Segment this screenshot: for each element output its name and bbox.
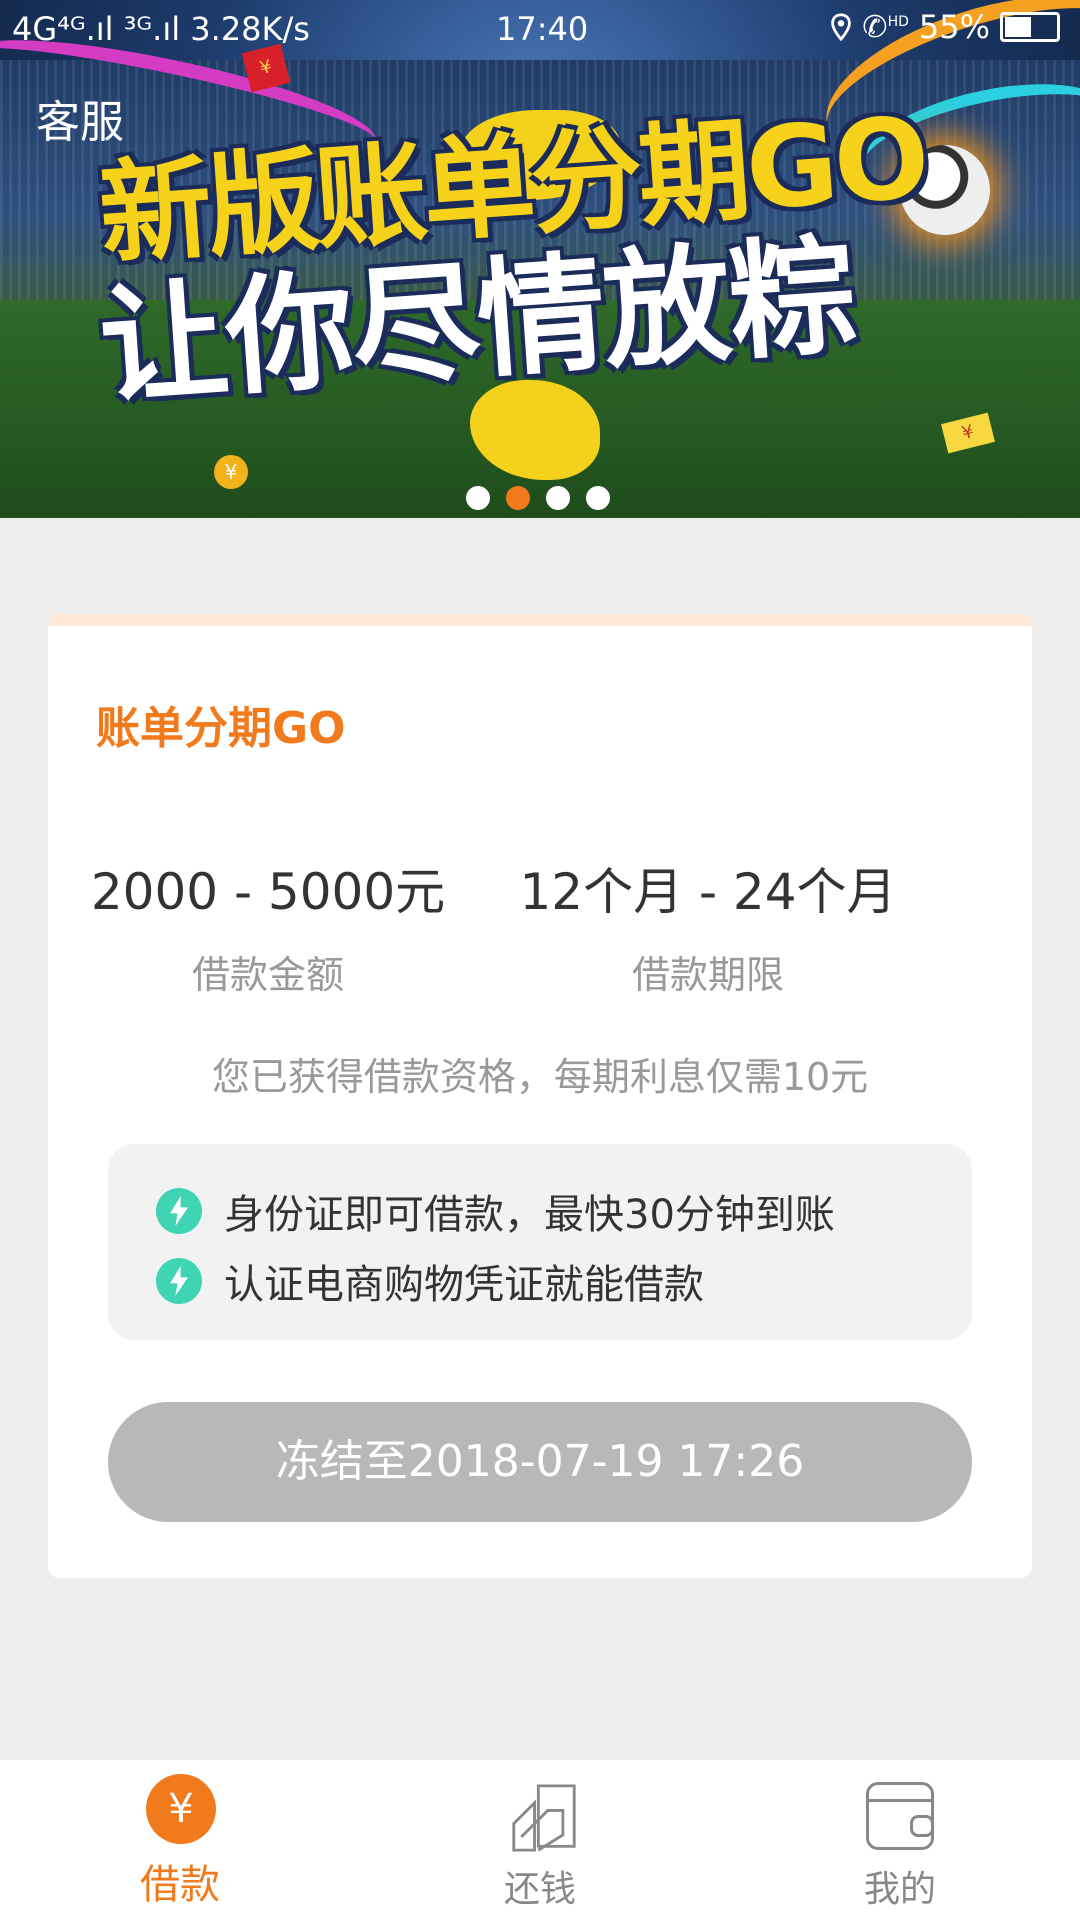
battery-icon [1000, 12, 1060, 42]
battery-percentage: 55% [918, 8, 990, 46]
tab-label: 借款 [140, 1862, 220, 1908]
feature-text: 认证电商购物凭证就能借款 [224, 1262, 704, 1308]
product-title: 账单分期GO [96, 703, 346, 754]
lightning-icon [156, 1188, 202, 1234]
list-item: 身份证即可借款，最快30分钟到账 [156, 1182, 835, 1240]
loan-term-label: 借款期限 [631, 953, 784, 997]
bottom-tab-bar: ¥ 借款 还钱 我的 [0, 1760, 1080, 1920]
eligibility-text: 您已获得借款资格，每期利息仅需10元 [211, 1055, 869, 1099]
status-icons: ✆HD 55% [830, 8, 1060, 46]
feature-text: 身份证即可借款，最快30分钟到账 [224, 1192, 835, 1238]
coin-icon: ¥ [214, 455, 248, 489]
yen-icon: ¥ [146, 1774, 216, 1844]
tab-label: 我的 [863, 1869, 936, 1910]
carousel-dot[interactable] [546, 486, 570, 510]
status-bar: 4G⁴ᴳ.ıl ³ᴳ.ıl 3.28K/s 17:40 ✆HD 55% [0, 0, 1080, 58]
clock: 17:40 [496, 10, 589, 48]
lightning-icon [156, 1258, 202, 1304]
frozen-status-button[interactable]: 冻结至2018-07-19 17:26 [108, 1402, 972, 1522]
feature-list: 身份证即可借款，最快30分钟到账 认证电商购物凭证就能借款 [108, 1144, 972, 1340]
loan-amount-label: 借款金额 [191, 953, 344, 997]
signal-indicator: 4G⁴ᴳ.ıl ³ᴳ.ıl 3.28K/s [12, 10, 310, 48]
hd-call-icon: ✆HD [862, 9, 909, 45]
tab-repay[interactable]: 还钱 [430, 1760, 650, 1920]
location-icon [831, 13, 852, 41]
customer-service-link[interactable]: 客服 [36, 86, 124, 150]
loan-product-card: 账单分期GO 2000 - 5000元 12个月 - 24个月 借款金额 借款期… [48, 614, 1032, 1578]
loan-amount-range: 2000 - 5000元 [90, 863, 446, 921]
repay-icon [512, 1784, 576, 1852]
carousel-dot[interactable] [586, 486, 610, 510]
tab-borrow[interactable]: ¥ 借款 [70, 1760, 290, 1920]
carousel-dot[interactable] [466, 486, 490, 510]
wallet-icon [866, 1782, 934, 1850]
tab-label: 还钱 [503, 1869, 576, 1910]
promo-banner[interactable]: ¥ ¥ ¥ 新版账单分期GO 让你尽情放粽 4G⁴ᴳ.ıl ³ᴳ.ıl 3.28… [0, 0, 1080, 518]
carousel-indicator [466, 486, 610, 510]
loan-term-range: 12个月 - 24个月 [519, 863, 897, 921]
tab-mine[interactable]: 我的 [790, 1760, 1010, 1920]
list-item: 认证电商购物凭证就能借款 [156, 1252, 704, 1310]
carousel-dot-active[interactable] [506, 486, 530, 510]
